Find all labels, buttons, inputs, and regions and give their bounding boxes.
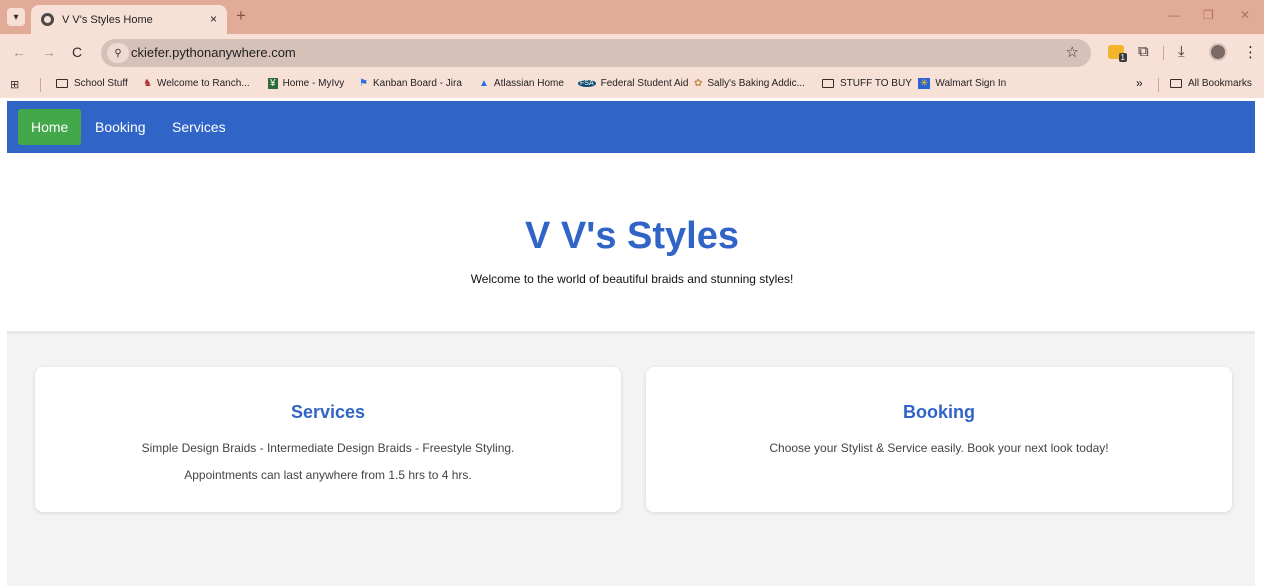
bookmark-label: School Stuff [74, 78, 128, 89]
bookmark-fsa[interactable]: FSA Federal Student Aid [578, 78, 688, 89]
services-description: Simple Design Braids - Intermediate Desi… [141, 441, 515, 455]
booking-description: Choose your Stylist & Service easily. Bo… [769, 441, 1109, 455]
booking-heading: Booking [903, 402, 975, 422]
extensions-puzzle-icon[interactable]: ⧉ [1138, 43, 1149, 60]
features-section: Services Simple Design Braids - Intermed… [7, 331, 1255, 586]
bookmark-label: Walmart Sign In [935, 78, 1007, 89]
services-heading: Services [290, 402, 366, 422]
bookmark-myivy[interactable]: ¥ Home - MyIvy [268, 78, 344, 89]
close-tab-icon[interactable]: × [210, 12, 217, 26]
extension-badge: 1 [1118, 53, 1127, 62]
fsa-icon: FSA [578, 80, 596, 87]
jira-icon: ⚑ [359, 78, 368, 89]
browser-tab-strip: ▾ V V's Styles Home × + — ❐ ✕ [0, 0, 1264, 34]
services-card: Services Simple Design Braids - Intermed… [35, 367, 621, 512]
bookmark-label: Sally's Baking Addic... [707, 78, 805, 89]
booking-card: Booking Choose your Stylist & Service ea… [646, 367, 1232, 512]
url-text[interactable]: ckiefer.pythonanywhere.com [131, 45, 296, 60]
bookmark-label: STUFF TO BUY [840, 78, 912, 89]
browser-toolbar: ← → C ⚲ ckiefer.pythonanywhere.com ☆ 1 ⧉… [0, 34, 1264, 72]
bookmark-ranch[interactable]: ♞ Welcome to Ranch... [143, 78, 250, 89]
apps-grid-icon[interactable]: ⊞ [10, 78, 19, 91]
bookmark-label: Welcome to Ranch... [156, 78, 250, 89]
bookmark-atlassian[interactable]: ▲ Atlassian Home [479, 78, 564, 89]
ivy-icon: ¥ [268, 78, 278, 89]
tab-title: V V's Styles Home [62, 13, 153, 26]
back-arrow-icon[interactable]: ← [12, 44, 26, 60]
nav-services-link[interactable]: Services [159, 109, 239, 145]
atlassian-icon: ▲ [479, 78, 489, 89]
walmart-icon: ✳ [918, 78, 931, 89]
sally-icon: ✿ [694, 78, 703, 89]
tagline: Welcome to the world of beautiful braids… [470, 272, 794, 286]
chevron-down-icon: ▾ [13, 11, 19, 23]
minimize-icon[interactable]: — [1168, 8, 1180, 22]
bookmark-label: All Bookmarks [1188, 78, 1252, 89]
close-window-icon[interactable]: ✕ [1240, 8, 1250, 22]
bookmarks-overflow-button[interactable]: » [1136, 76, 1143, 90]
bookmark-label: Kanban Board - Jira [372, 78, 462, 89]
bookmark-label: Atlassian Home [493, 78, 564, 89]
nav-home-link[interactable]: Home [18, 109, 82, 145]
page-title: V V's Styles [525, 215, 739, 257]
site-info-icon[interactable]: ⚲ [107, 43, 129, 63]
forward-arrow-icon[interactable]: → [42, 44, 56, 60]
bookmark-walmart[interactable]: ✳ Walmart Sign In [918, 78, 1006, 89]
bookmark-label: Home - MyIvy [282, 78, 345, 89]
site-navbar: Home Booking Services [7, 101, 1255, 153]
bookmark-school-stuff[interactable]: School Stuff [56, 78, 128, 89]
bookmark-sally[interactable]: ✿ Sally's Baking Addic... [694, 78, 805, 89]
globe-icon [41, 13, 54, 26]
download-icon[interactable]: ⤓ [1178, 43, 1185, 60]
tab-search-button[interactable]: ▾ [7, 8, 25, 26]
bookmarks-divider [1158, 78, 1159, 92]
new-tab-button[interactable]: + [236, 6, 246, 26]
folder-icon [1170, 79, 1182, 88]
services-duration: Appointments can last anywhere from 1.5 … [184, 468, 472, 482]
extension-icon[interactable]: 1 [1108, 45, 1127, 62]
all-bookmarks-button[interactable]: All Bookmarks [1170, 78, 1252, 89]
restore-icon[interactable]: ❐ [1203, 8, 1214, 22]
bookmark-star-icon[interactable]: ☆ [1066, 43, 1079, 61]
bookmark-stuff-to-buy[interactable]: STUFF TO BUY [822, 78, 912, 89]
nav-booking-link[interactable]: Booking [82, 109, 159, 145]
bookmark-label: Federal Student Aid [600, 78, 689, 89]
bookmark-jira[interactable]: ⚑ Kanban Board - Jira [359, 78, 462, 89]
reload-icon[interactable]: C [72, 44, 82, 60]
bookmarks-divider [40, 78, 41, 92]
toolbar-divider [1163, 46, 1164, 60]
ranch-icon: ♞ [143, 78, 152, 89]
folder-icon [56, 79, 68, 88]
address-bar[interactable]: ⚲ ckiefer.pythonanywhere.com ☆ [101, 39, 1091, 67]
hero-section: V V's Styles Welcome to the world of bea… [0, 153, 1264, 331]
kebab-menu-icon[interactable]: ⋮ [1243, 43, 1258, 61]
page-viewport: Home Booking Services V V's Styles Welco… [0, 98, 1264, 586]
profile-avatar[interactable] [1209, 43, 1227, 61]
bookmarks-bar: ⊞ School Stuff ♞ Welcome to Ranch... ¥ Hom… [0, 72, 1264, 98]
browser-tab[interactable]: V V's Styles Home × [31, 5, 227, 34]
folder-icon [822, 79, 834, 88]
